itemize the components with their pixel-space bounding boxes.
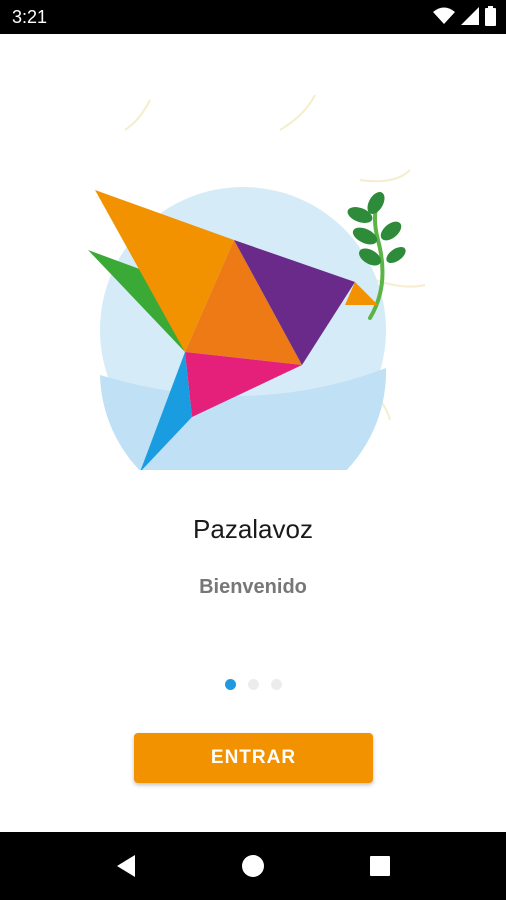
status-time: 3:21 — [12, 7, 48, 27]
page-dot-3[interactable] — [270, 679, 282, 690]
page-dot-1[interactable] — [224, 679, 236, 690]
home-icon — [242, 855, 264, 877]
battery-icon — [485, 6, 496, 26]
back-button[interactable] — [112, 852, 140, 880]
welcome-text: Bienvenido — [199, 576, 307, 598]
recents-icon — [370, 856, 390, 876]
home-button[interactable] — [239, 852, 267, 880]
navigation-bar — [0, 832, 506, 900]
back-icon — [117, 855, 135, 877]
page-dot-2[interactable] — [247, 679, 259, 690]
app-title: Pazalavoz — [193, 514, 313, 544]
enter-button[interactable]: ENTRAR — [134, 733, 373, 783]
dove-logo-illustration — [88, 94, 426, 470]
signal-icon — [461, 7, 479, 25]
status-icons — [433, 6, 496, 26]
recents-button[interactable] — [366, 852, 394, 880]
wifi-icon — [433, 7, 455, 24]
page-indicator — [0, 679, 506, 690]
status-bar: 3:21 — [0, 0, 506, 34]
